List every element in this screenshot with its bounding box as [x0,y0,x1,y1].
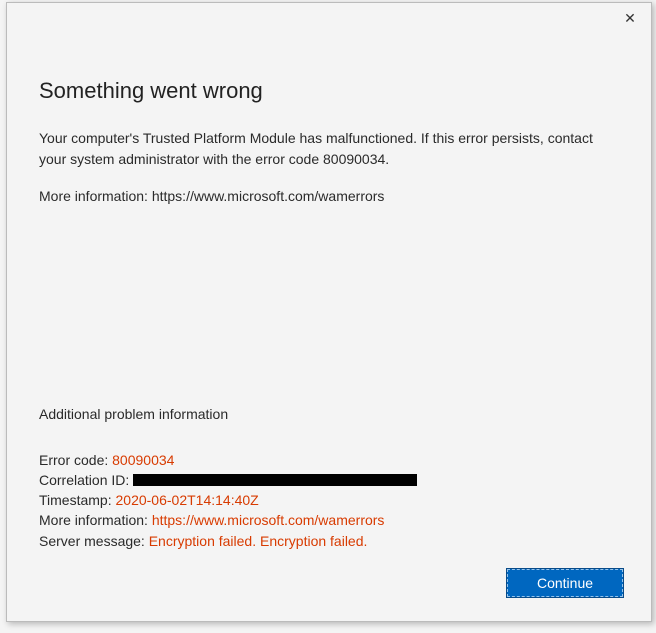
correlation-id-label: Correlation ID: [39,472,133,488]
server-message-value: Encryption failed. Encryption failed. [149,533,368,549]
spacer [39,207,619,392]
dialog-heading: Something went wrong [39,78,619,104]
additional-info-heading: Additional problem information [39,406,619,422]
timestamp-row: Timestamp: 2020-06-02T14:14:40Z [39,490,619,510]
error-dialog: ✕ Something went wrong Your computer's T… [6,2,652,622]
continue-button[interactable]: Continue [507,569,623,597]
server-message-label: Server message: [39,533,149,549]
error-details: Error code: 80090034 Correlation ID: Tim… [39,450,619,551]
titlebar: ✕ [7,3,651,33]
error-code-label: Error code: [39,452,112,468]
more-info-label: More information: [39,512,152,528]
more-info-row: More information: https://www.microsoft.… [39,510,619,530]
dialog-content: Something went wrong Your computer's Tru… [7,33,651,551]
server-message-row: Server message: Encryption failed. Encry… [39,531,619,551]
button-row: Continue [7,551,651,621]
more-info-top-url: https://www.microsoft.com/wamerrors [152,188,385,204]
correlation-id-row: Correlation ID: [39,470,619,490]
error-code-value: 80090034 [112,452,174,468]
more-info-url[interactable]: https://www.microsoft.com/wamerrors [152,512,385,528]
more-info-top-label: More information: [39,188,152,204]
error-description: Your computer's Trusted Platform Module … [39,128,599,170]
timestamp-label: Timestamp: [39,492,116,508]
more-info-top: More information: https://www.microsoft.… [39,186,619,207]
timestamp-value: 2020-06-02T14:14:40Z [116,492,259,508]
close-button[interactable]: ✕ [609,3,651,33]
correlation-id-redacted [133,474,417,486]
close-icon: ✕ [624,10,636,27]
error-code-row: Error code: 80090034 [39,450,619,470]
